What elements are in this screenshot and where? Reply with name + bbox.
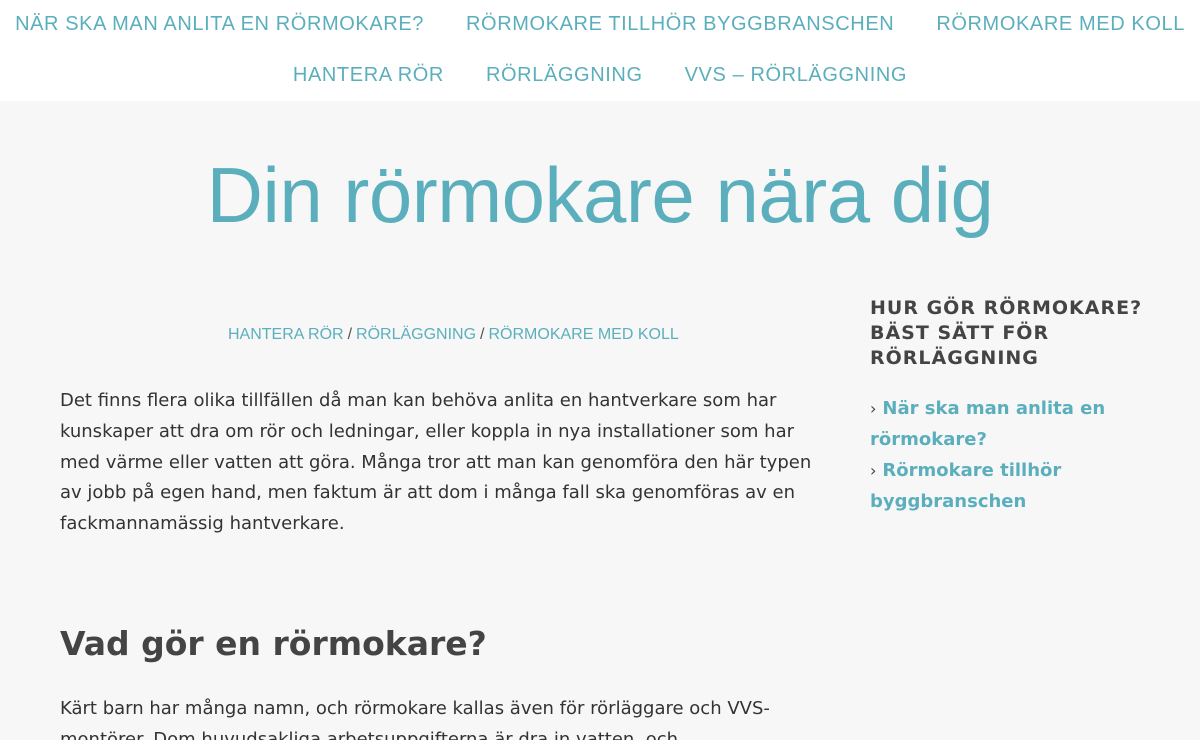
- sidebar-link-byggbranschen[interactable]: Rörmokare tillhör byggbranschen: [870, 460, 1061, 512]
- section-heading: Vad gör en rörmokare?: [60, 624, 487, 663]
- nav-link-rorlaggning[interactable]: RÖRLÄGGNING: [465, 62, 664, 88]
- section-paragraph: Kärt barn har många namn, och rörmokare …: [60, 698, 770, 740]
- sidebar-link-nar-ska-man-anlita[interactable]: När ska man anlita en rörmokare?: [870, 398, 1105, 450]
- nav-link-hantera-ror[interactable]: HANTERA RÖR: [272, 62, 465, 88]
- breadcrumb-separator: /: [480, 326, 485, 343]
- list-item: › När ska man anlita en rörmokare?: [870, 393, 1150, 455]
- main-content: Det finns flera olika tillfällen då man …: [60, 386, 820, 540]
- breadcrumb-item-hantera-ror[interactable]: HANTERA RÖR: [228, 326, 344, 343]
- breadcrumb: HANTERA RÖR / RÖRLÄGGNING / RÖRMOKARE MED KO…: [228, 326, 679, 344]
- widget-link-list: › När ska man anlita en rörmokare? › Rörmo…: [870, 393, 1150, 517]
- nav-row-1: NÄR SKA MAN ANLITA EN RÖRMOKARE? RÖRMOKA…: [0, 11, 1200, 37]
- top-navigation: NÄR SKA MAN ANLITA EN RÖRMOKARE? RÖRMOKA…: [0, 0, 1200, 101]
- breadcrumb-separator: /: [347, 326, 353, 343]
- nav-link-vvs-rorlaggning[interactable]: VVS – RÖRLÄGGNING: [664, 62, 928, 88]
- chevron-right-icon: ›: [870, 399, 877, 418]
- nav-link-rormokare-tillhor-byggbranschen[interactable]: RÖRMOKARE TILLHÖR BYGGBRANSCHEN: [445, 11, 915, 37]
- sidebar: HUR GÖR RÖRMOKARE? BÄST SÄTT FÖR RÖRLÄGG…: [870, 296, 1150, 517]
- breadcrumb-item-rormokare-med-koll[interactable]: RÖRMOKARE MED KOLL: [489, 326, 679, 343]
- intro-paragraph: Det finns flera olika tillfällen då man …: [60, 390, 812, 535]
- nav-link-nar-ska-man-anlita[interactable]: NÄR SKA MAN ANLITA EN RÖRMOKARE?: [0, 11, 445, 37]
- site-title[interactable]: Din rörmokare nära dig: [0, 150, 1200, 240]
- nav-row-2: HANTERA RÖR RÖRLÄGGNING VVS – RÖRLÄGGNIN…: [0, 62, 1200, 88]
- chevron-right-icon: ›: [870, 461, 877, 480]
- list-item: › Rörmokare tillhör byggbranschen: [870, 455, 1150, 517]
- widget-title: HUR GÖR RÖRMOKARE? BÄST SÄTT FÖR RÖRLÄGG…: [870, 297, 1143, 369]
- nav-link-rormokare-med-koll[interactable]: RÖRMOKARE MED KOLL: [915, 11, 1200, 37]
- breadcrumb-item-rorlaggning[interactable]: RÖRLÄGGNING: [356, 326, 476, 343]
